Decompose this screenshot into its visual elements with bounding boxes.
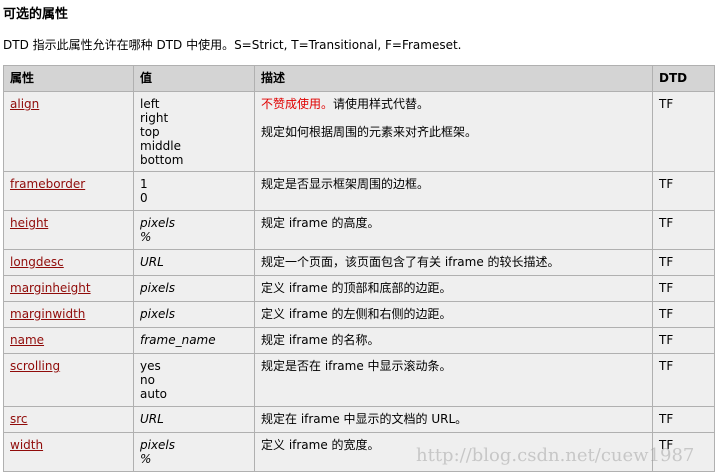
description-text: 规定是否在 iframe 中显示滚动条。 — [261, 359, 452, 373]
value-option: pixels — [140, 281, 176, 295]
dtd-cell: TF — [652, 91, 715, 172]
value-option: frame_name — [140, 333, 216, 347]
attribute-cell: height — [3, 210, 134, 250]
header-description: 描述 — [254, 65, 653, 92]
attribute-cell: longdesc — [3, 249, 134, 276]
value-option: 1 — [140, 177, 148, 191]
value-option: top — [140, 125, 160, 139]
value-option: bottom — [140, 153, 184, 167]
description-text: 规定 iframe 的高度。 — [261, 216, 380, 230]
description-text: 规定一个页面，该页面包含了有关 iframe 的较长描述。 — [261, 255, 560, 269]
description-text: 定义 iframe 的左侧和右侧的边距。 — [261, 307, 452, 321]
value-cell: pixels% — [133, 210, 255, 250]
table-row: align left right top middle bottom 不赞成使用。请使用… — [3, 91, 715, 172]
attribute-link-marginheight[interactable]: marginheight — [10, 281, 91, 295]
description-cell: 规定 iframe 的高度。 — [254, 210, 653, 250]
attribute-link-marginwidth[interactable]: marginwidth — [10, 307, 85, 321]
dtd-cell: TF — [652, 210, 715, 250]
table-row: marginwidth pixels 定义 iframe 的左侧和右侧的边距。 … — [3, 301, 715, 328]
attribute-cell: align — [3, 91, 134, 172]
header-dtd: DTD — [652, 65, 715, 92]
table-row: height pixels% 规定 iframe 的高度。 TF — [3, 210, 715, 250]
section-title: 可选的属性 — [3, 7, 69, 22]
value-option: 0 — [140, 191, 148, 205]
attribute-cell: marginheight — [3, 275, 134, 302]
value-option: no — [140, 373, 155, 387]
description-text: 规定 iframe 的名称。 — [261, 333, 380, 347]
description-cell: 不赞成使用。请使用样式代替。规定如何根据周围的元素来对齐此框架。 — [254, 91, 653, 172]
value-option: auto — [140, 387, 168, 401]
dtd-cell: TF — [652, 327, 715, 354]
value-option: right — [140, 111, 169, 125]
description-cell: 规定是否在 iframe 中显示滚动条。 — [254, 353, 653, 407]
description-cell: 规定一个页面，该页面包含了有关 iframe 的较长描述。 — [254, 249, 653, 276]
description-text: 规定是否显示框架周围的边框。 — [261, 177, 430, 191]
dtd-cell: TF — [652, 406, 715, 433]
description-text: 定义 iframe 的顶部和底部的边距。 — [261, 281, 452, 295]
deprecated-label: 不赞成使用。 — [261, 97, 334, 111]
table-row: width pixels% 定义 iframe 的宽度。 TF — [3, 432, 715, 472]
description-cell: 规定在 iframe 中显示的文档的 URL。 — [254, 406, 653, 433]
header-value: 值 — [133, 65, 255, 92]
value-cell: pixels — [133, 301, 255, 328]
value-option: URL — [140, 412, 164, 426]
attribute-link-align[interactable]: align — [10, 97, 39, 111]
attribute-link-longdesc[interactable]: longdesc — [10, 255, 64, 269]
table-header-row: 属性 值 描述 DTD — [3, 65, 715, 92]
description-cell: 规定 iframe 的名称。 — [254, 327, 653, 354]
value-option: pixels — [140, 438, 176, 452]
dtd-cell: TF — [652, 432, 715, 472]
attributes-table: 属性 值 描述 DTD align left right top middle bott… — [3, 65, 715, 472]
table-row: frameborder 10 规定是否显示框架周围的边框。 TF — [3, 171, 715, 211]
attribute-cell: name — [3, 327, 134, 354]
attribute-cell: frameborder — [3, 171, 134, 211]
value-cell: URL — [133, 249, 255, 276]
attribute-link-scrolling[interactable]: scrolling — [10, 359, 60, 373]
description-cell: 规定是否显示框架周围的边框。 — [254, 171, 653, 211]
attribute-link-name[interactable]: name — [10, 333, 44, 347]
value-option: pixels — [140, 307, 176, 321]
value-cell: URL — [133, 406, 255, 433]
dtd-cell: TF — [652, 249, 715, 276]
value-cell: 10 — [133, 171, 255, 211]
dtd-cell: TF — [652, 275, 715, 302]
description-text: 规定在 iframe 中显示的文档的 URL。 — [261, 412, 468, 426]
value-cell: pixels% — [133, 432, 255, 472]
description-cell: 定义 iframe 的顶部和底部的边距。 — [254, 275, 653, 302]
description-cell: 定义 iframe 的宽度。 — [254, 432, 653, 472]
description-text: 规定如何根据周围的元素来对齐此框架。 — [261, 125, 478, 139]
value-cell: left right top middle bottom — [133, 91, 255, 172]
attribute-link-width[interactable]: width — [10, 438, 43, 452]
attribute-link-frameborder[interactable]: frameborder — [10, 177, 85, 191]
attribute-link-src[interactable]: src — [10, 412, 28, 426]
value-cell: pixels — [133, 275, 255, 302]
intro-text: DTD 指示此属性允许在哪种 DTD 中使用。S=Strict, T=Trans… — [3, 38, 462, 52]
value-option: % — [140, 452, 152, 466]
attribute-cell: marginwidth — [3, 301, 134, 328]
value-option: URL — [140, 255, 164, 269]
attribute-cell: width — [3, 432, 134, 472]
value-option: middle — [140, 139, 181, 153]
value-option: left — [140, 97, 160, 111]
dtd-cell: TF — [652, 171, 715, 211]
value-option: pixels — [140, 216, 176, 230]
attribute-link-height[interactable]: height — [10, 216, 48, 230]
dtd-cell: TF — [652, 353, 715, 407]
table-row: scrolling yes no auto 规定是否在 iframe 中显示滚动条。… — [3, 353, 715, 407]
value-cell: yes no auto — [133, 353, 255, 407]
table-row: src URL 规定在 iframe 中显示的文档的 URL。 TF — [3, 406, 715, 433]
dtd-cell: TF — [652, 301, 715, 328]
table-row: name frame_name 规定 iframe 的名称。 TF — [3, 327, 715, 354]
description-text: 定义 iframe 的宽度。 — [261, 438, 380, 452]
value-option: yes — [140, 359, 161, 373]
attribute-cell: src — [3, 406, 134, 433]
attribute-cell: scrolling — [3, 353, 134, 407]
description-cell: 定义 iframe 的左侧和右侧的边距。 — [254, 301, 653, 328]
description-text: 请使用样式代替。 — [333, 97, 430, 111]
table-row: longdesc URL 规定一个页面，该页面包含了有关 iframe 的较长描… — [3, 249, 715, 276]
value-option: % — [140, 230, 152, 244]
table-row: marginheight pixels 定义 iframe 的顶部和底部的边距。… — [3, 275, 715, 302]
header-attribute: 属性 — [3, 65, 134, 92]
value-cell: frame_name — [133, 327, 255, 354]
